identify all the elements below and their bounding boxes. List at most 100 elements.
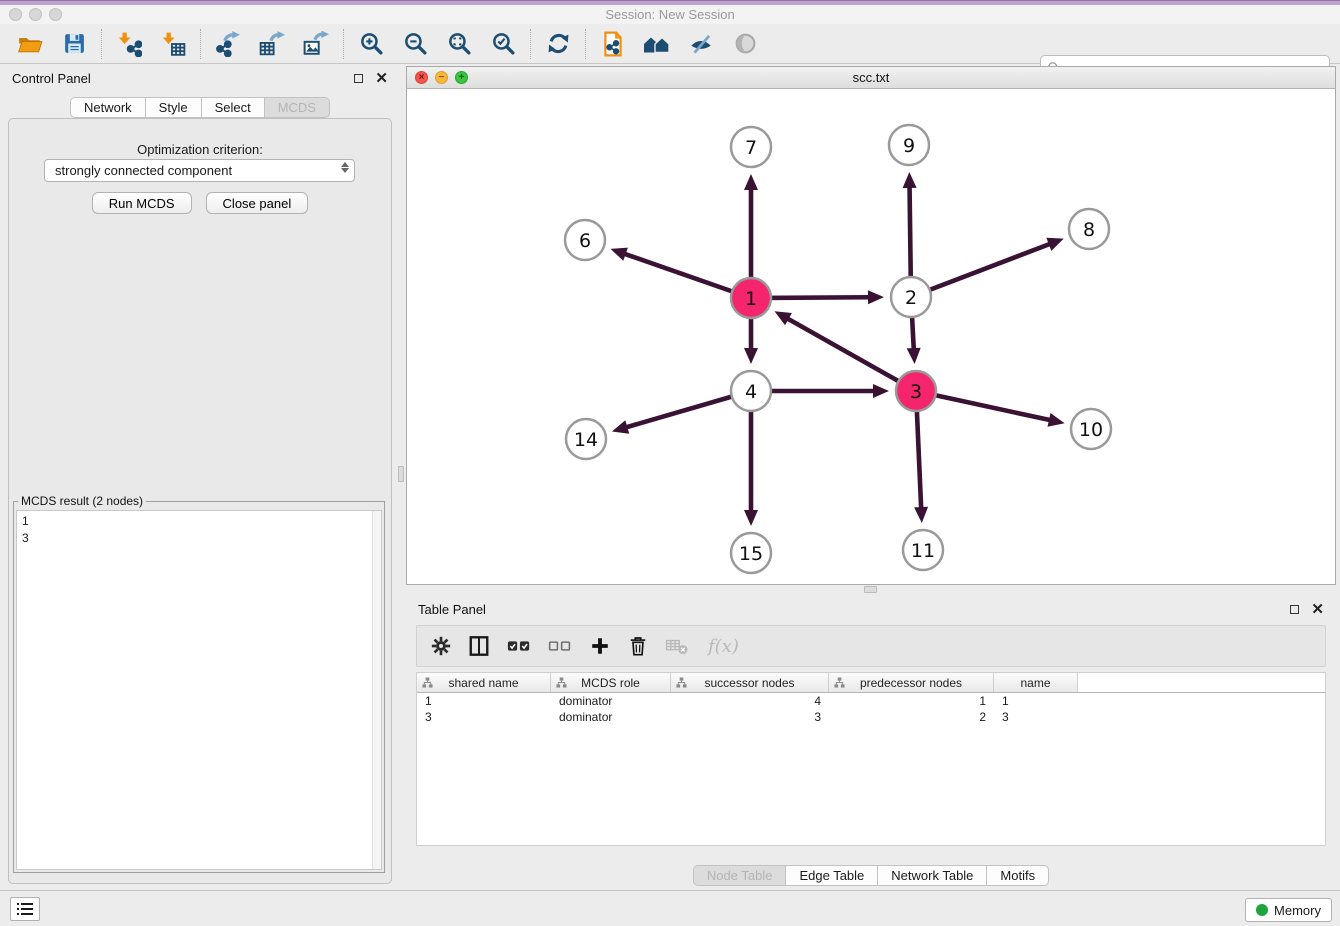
minimize-window-button[interactable] xyxy=(29,8,42,21)
export-network-button[interactable] xyxy=(214,28,242,60)
node-2[interactable]: 2 xyxy=(891,277,931,317)
import-table-button[interactable] xyxy=(159,28,187,60)
memory-button[interactable]: Memory xyxy=(1245,898,1332,922)
app-title: Session: New Session xyxy=(605,7,734,22)
table-cell[interactable]: 2 xyxy=(829,710,994,724)
close-panel-button[interactable]: ✕ xyxy=(375,71,388,86)
node-9[interactable]: 9 xyxy=(889,125,929,165)
criterion-select[interactable]: strongly connected component xyxy=(44,159,355,182)
tab-select[interactable]: Select xyxy=(202,97,265,118)
edge-1-6[interactable] xyxy=(610,248,751,298)
fx-icon: f(x) xyxy=(706,634,740,658)
node-8[interactable]: 8 xyxy=(1069,209,1109,249)
column-header-successor-nodes[interactable]: successor nodes xyxy=(671,673,829,692)
node-label: 6 xyxy=(579,230,591,252)
column-header-shared-name[interactable]: shared name xyxy=(417,673,551,692)
table-cell[interactable]: 3 xyxy=(417,710,551,724)
table-cell[interactable]: dominator xyxy=(551,710,671,724)
import-network-button[interactable] xyxy=(115,28,143,60)
zoom-window-button[interactable] xyxy=(49,8,62,21)
unselect-all-icon xyxy=(548,636,572,656)
float-table-panel-button[interactable] xyxy=(1290,605,1299,614)
show-all-button[interactable] xyxy=(731,28,759,60)
tab-style[interactable]: Style xyxy=(146,97,202,118)
edge-2-8[interactable] xyxy=(911,238,1064,297)
node-4[interactable]: 4 xyxy=(731,371,771,411)
network-window-titlebar[interactable]: × − + scc.txt xyxy=(407,67,1335,89)
edge-3-10[interactable] xyxy=(916,391,1065,427)
table-cell[interactable]: 1 xyxy=(994,694,1078,708)
close-network-button[interactable]: × xyxy=(415,71,428,84)
tab-edge-table[interactable]: Edge Table xyxy=(786,865,878,886)
select-all-button[interactable] xyxy=(507,636,531,656)
tab-network-table[interactable]: Network Table xyxy=(878,865,987,886)
table-panel: Table Panel ✕ xyxy=(406,595,1336,890)
minimize-network-button[interactable]: − xyxy=(435,71,448,84)
export-table-button[interactable] xyxy=(258,28,286,60)
horizontal-split-handle[interactable] xyxy=(864,586,877,593)
unselect-all-button[interactable] xyxy=(548,636,572,656)
result-scrollbar[interactable] xyxy=(372,511,381,869)
zoom-selected-button[interactable] xyxy=(489,28,517,60)
table-settings-button[interactable] xyxy=(431,636,451,656)
node-15[interactable]: 15 xyxy=(731,533,771,573)
network-from-selection-button[interactable] xyxy=(599,28,627,60)
new-network-from-selection-icon xyxy=(600,31,626,57)
column-header-name[interactable]: name xyxy=(994,673,1078,692)
add-row-button[interactable] xyxy=(589,635,611,657)
delete-row-button[interactable] xyxy=(628,635,648,657)
node-1[interactable]: 1 xyxy=(731,278,771,318)
run-mcds-button[interactable]: Run MCDS xyxy=(92,192,192,214)
mcds-result-textarea[interactable]: 13 xyxy=(16,510,382,870)
network-canvas[interactable]: 1 2 3 4 6 7 8 9 10 11 14 15 xyxy=(407,89,1335,584)
close-table-panel-button[interactable]: ✕ xyxy=(1311,602,1324,617)
table-cell[interactable]: dominator xyxy=(551,694,671,708)
function-builder-button-disabled: f(x) xyxy=(706,634,740,658)
table-cell[interactable]: 4 xyxy=(671,694,829,708)
edge-3-1[interactable] xyxy=(775,311,916,391)
vertical-split-handle[interactable] xyxy=(398,466,404,482)
zoom-in-button[interactable] xyxy=(357,28,385,60)
table-row[interactable]: 1dominator411 xyxy=(417,693,1325,709)
close-panel-button-mcds[interactable]: Close panel xyxy=(206,192,309,214)
node-14[interactable]: 14 xyxy=(566,419,606,459)
table-cell[interactable]: 1 xyxy=(829,694,994,708)
table-cell[interactable]: 3 xyxy=(994,710,1078,724)
table-row[interactable]: 3dominator323 xyxy=(417,709,1325,725)
main-toolbar xyxy=(0,24,1340,64)
open-session-button[interactable] xyxy=(16,28,44,60)
column-header-predecessor-nodes[interactable]: predecessor nodes xyxy=(829,673,994,692)
table-cell[interactable]: 3 xyxy=(671,710,829,724)
edge-4-14[interactable] xyxy=(612,391,751,434)
mcds-tab-content: Optimization criterion: strongly connect… xyxy=(8,118,392,884)
zoom-network-button[interactable]: + xyxy=(455,71,468,84)
first-neighbors-button[interactable] xyxy=(643,28,671,60)
hide-selected-button[interactable] xyxy=(687,28,715,60)
float-panel-button[interactable] xyxy=(354,74,363,83)
table-cell[interactable]: 1 xyxy=(417,694,551,708)
tab-motifs[interactable]: Motifs xyxy=(987,865,1049,886)
show-columns-button[interactable] xyxy=(468,635,490,657)
arrowhead-icon xyxy=(744,348,758,364)
node-6[interactable]: 6 xyxy=(565,220,605,260)
apply-layout-button[interactable] xyxy=(544,28,572,60)
close-window-button[interactable] xyxy=(9,8,22,21)
arrowhead-icon xyxy=(868,290,884,304)
node-3[interactable]: 3 xyxy=(896,371,936,411)
node-10[interactable]: 10 xyxy=(1071,409,1111,449)
save-session-button[interactable] xyxy=(60,28,88,60)
node-7[interactable]: 7 xyxy=(731,127,771,167)
column-header-mcds-role[interactable]: MCDS role xyxy=(551,673,671,692)
node-label: 10 xyxy=(1079,419,1103,441)
column-type-icon xyxy=(676,677,687,691)
node-11[interactable]: 11 xyxy=(903,530,943,570)
toolbar-separator xyxy=(101,29,102,59)
zoom-fit-button[interactable] xyxy=(445,28,473,60)
node-table[interactable]: shared nameMCDS rolesuccessor nodesprede… xyxy=(416,672,1326,846)
tab-mcds[interactable]: MCDS xyxy=(265,97,330,118)
tab-network[interactable]: Network xyxy=(70,97,146,118)
task-history-button[interactable] xyxy=(10,897,40,921)
tab-node-table[interactable]: Node Table xyxy=(693,865,787,886)
zoom-out-button[interactable] xyxy=(401,28,429,60)
export-image-button[interactable] xyxy=(302,28,330,60)
